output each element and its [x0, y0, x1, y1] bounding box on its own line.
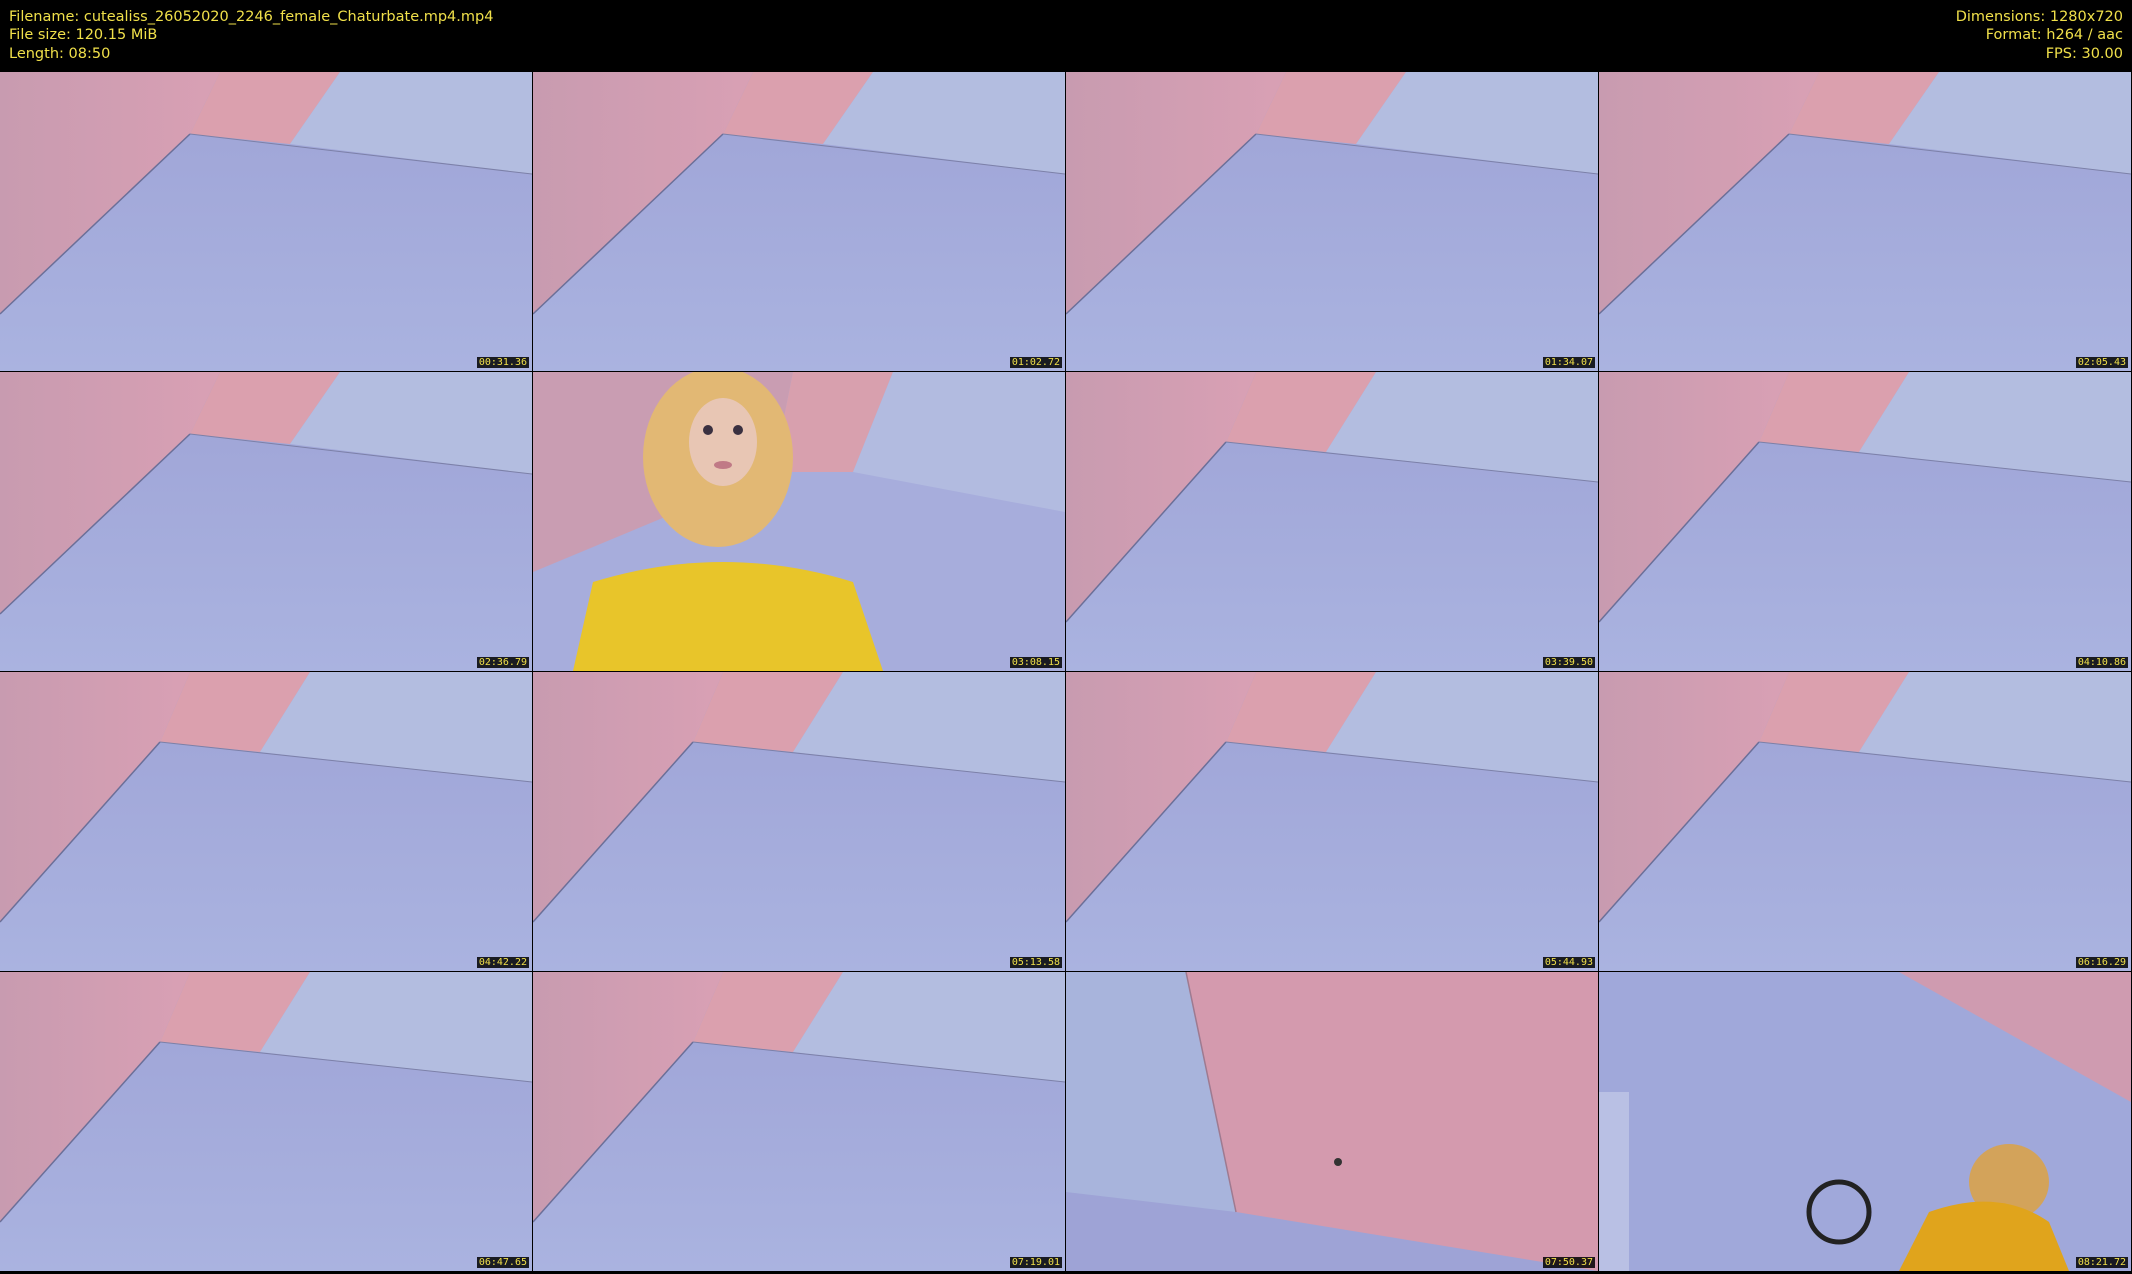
video-thumbnail[interactable]: 05:13.58 [533, 672, 1065, 971]
video-thumbnail[interactable]: 06:16.29 [1599, 672, 2131, 971]
thumbnail-grid: 00:31.36 01:02.72 01:34.07 02:05.43 02:3… [0, 72, 2132, 1274]
timestamp-label: 01:34.07 [1542, 357, 1595, 368]
video-thumbnail[interactable]: 03:39.50 [1066, 372, 1598, 671]
thumbnail-image [0, 972, 532, 1271]
filesize-text: File size: 120.15 MiB [9, 27, 158, 44]
video-thumbnail[interactable]: 03:08.15 [533, 372, 1065, 671]
timestamp-label: 00:31.36 [476, 357, 529, 368]
timestamp-label: 04:10.86 [2075, 657, 2128, 668]
filename-text: Filename: cutealiss_26052020_2246_female… [9, 9, 494, 25]
video-thumbnail[interactable]: 00:31.36 [0, 72, 532, 371]
timestamp-label: 04:42.22 [476, 957, 529, 968]
thumbnail-image [0, 672, 532, 971]
timestamp-label: 07:50.37 [1542, 1257, 1595, 1268]
video-thumbnail[interactable]: 07:19.01 [533, 972, 1065, 1271]
timestamp-label: 05:44.93 [1542, 957, 1595, 968]
video-thumbnail[interactable]: 02:36.79 [0, 372, 532, 671]
thumbnail-image [1599, 972, 2131, 1271]
video-thumbnail[interactable]: 08:21.72 [1599, 972, 2131, 1271]
thumbnail-image [533, 72, 1065, 371]
video-thumbnail[interactable]: 05:44.93 [1066, 672, 1598, 971]
video-thumbnail[interactable]: 01:02.72 [533, 72, 1065, 371]
thumbnail-image [533, 672, 1065, 971]
timestamp-label: 06:47.65 [476, 1257, 529, 1268]
thumbnail-image [533, 972, 1065, 1271]
video-thumbnail[interactable]: 04:42.22 [0, 672, 532, 971]
length-text: Length: 08:50 [9, 45, 111, 62]
thumbnail-image [1066, 72, 1598, 371]
thumbnail-image [1066, 372, 1598, 671]
fps-text: FPS: 30.00 [2045, 45, 2123, 62]
timestamp-label: 08:21.72 [2075, 1257, 2128, 1268]
file-info: Filename: cutealiss_26052020_2246_female… [9, 8, 493, 63]
dimensions-text: Dimensions: 1280x720 [1955, 9, 2123, 25]
format-text: Format: h264 / aac [1985, 27, 2123, 44]
video-thumbnail[interactable]: 06:47.65 [0, 972, 532, 1271]
thumbnail-image [1066, 672, 1598, 971]
thumbnail-image [0, 72, 532, 371]
timestamp-label: 06:16.29 [2075, 957, 2128, 968]
video-thumbnail[interactable]: 02:05.43 [1599, 72, 2131, 371]
video-thumbnail[interactable]: 04:10.86 [1599, 372, 2131, 671]
thumbnail-image [1599, 72, 2131, 371]
thumbnail-image [1599, 372, 2131, 671]
timestamp-label: 03:08.15 [1009, 657, 1062, 668]
timestamp-label: 02:05.43 [2075, 357, 2128, 368]
timestamp-label: 03:39.50 [1542, 657, 1595, 668]
thumbnail-image [1066, 972, 1598, 1271]
timestamp-label: 07:19.01 [1009, 1257, 1062, 1268]
timestamp-label: 01:02.72 [1009, 357, 1062, 368]
thumbnail-image [533, 372, 1065, 671]
video-info: Dimensions: 1280x720 Format: h264 / aac FP… [1956, 8, 2123, 63]
video-thumbnail[interactable]: 01:34.07 [1066, 72, 1598, 371]
timestamp-label: 02:36.79 [476, 657, 529, 668]
thumbnail-image [0, 372, 532, 671]
info-header: Filename: cutealiss_26052020_2246_female… [0, 0, 2132, 72]
timestamp-label: 05:13.58 [1009, 957, 1062, 968]
video-thumbnail[interactable]: 07:50.37 [1066, 972, 1598, 1271]
thumbnail-image [1599, 672, 2131, 971]
